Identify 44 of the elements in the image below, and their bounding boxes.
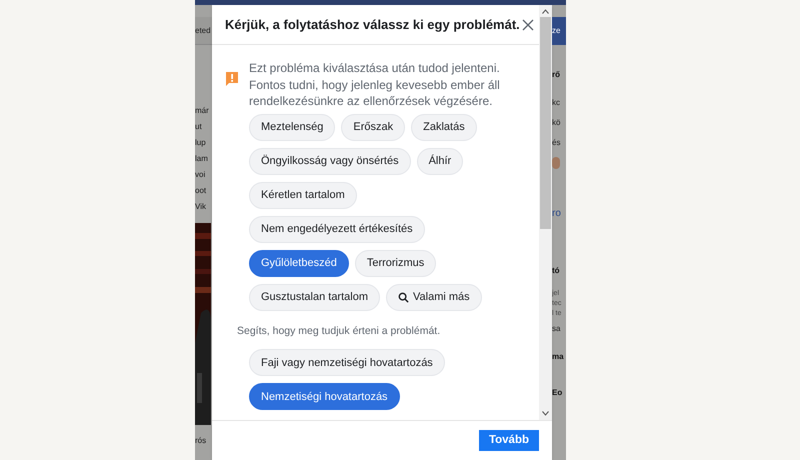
option-chip[interactable]: Öngyilkosság vagy önsértés <box>249 148 411 174</box>
scrollbar[interactable] <box>539 5 552 420</box>
background-text: sa <box>552 323 560 335</box>
option-chip[interactable]: Meztelenség <box>249 114 336 140</box>
next-button[interactable]: Tovább <box>478 430 539 451</box>
background-text: eted <box>195 24 211 36</box>
background-text: ze <box>552 25 560 37</box>
close-icon[interactable] <box>522 18 534 30</box>
option-chip[interactable]: Terrorizmus <box>354 250 436 276</box>
option-chip[interactable]: Valami más <box>386 284 482 310</box>
background-text: tó <box>552 265 560 277</box>
background-text: Eo <box>552 387 562 399</box>
option-chip[interactable]: Zaklatás <box>411 114 477 140</box>
avatar <box>552 157 560 169</box>
scrollbar-thumb[interactable] <box>540 17 551 229</box>
option-chip[interactable]: Erőszak <box>341 114 406 140</box>
background-text: rő <box>552 69 560 81</box>
scroll-up-icon[interactable] <box>542 9 549 14</box>
scroll-down-icon[interactable] <box>542 411 549 416</box>
background-text: ro <box>552 206 561 220</box>
background-text: rós <box>195 435 206 447</box>
background-text: ut <box>195 121 202 133</box>
notice-text: Ezt probléma kiválasztása után tudod jelenteni. Fontos tudni, hogy jelenleg kevesebb ember áll rendelkezésünkre az ellenőrzések végzésére. <box>249 60 501 110</box>
background-text: oot <box>195 185 206 197</box>
background-text: lup <box>195 137 206 149</box>
dialog-title: Kérjük, a folytatáshoz válassz ki egy problémát. <box>225 16 520 34</box>
background-text: voi <box>195 169 206 181</box>
option-chip[interactable]: Gyűlöletbeszéd <box>249 250 349 276</box>
background-text: ma <box>552 351 564 363</box>
option-chip[interactable]: Faji vagy nemzetiségi hovatartozás <box>249 349 445 376</box>
option-chip[interactable]: Nemzetiségi hovatartozás <box>249 383 400 410</box>
search-icon <box>398 292 409 302</box>
background-text: kc <box>552 97 560 109</box>
warning-icon <box>225 71 239 87</box>
option-chip[interactable]: Kéretlen tartalom <box>249 182 357 208</box>
background-text: kö <box>552 117 560 129</box>
option-chip[interactable]: Álhír <box>416 148 464 174</box>
background-text: lam <box>195 153 208 165</box>
prompt-text: Segíts, hogy meg tudjuk érteni a problémát. <box>237 324 442 338</box>
background-text: és <box>552 137 560 149</box>
option-chip[interactable]: Gusztustalan tartalom <box>249 284 380 310</box>
background-text: már <box>195 105 209 117</box>
background-text: Vik <box>195 201 206 213</box>
option-chip[interactable]: Nem engedélyezett értékesítés <box>249 216 425 242</box>
